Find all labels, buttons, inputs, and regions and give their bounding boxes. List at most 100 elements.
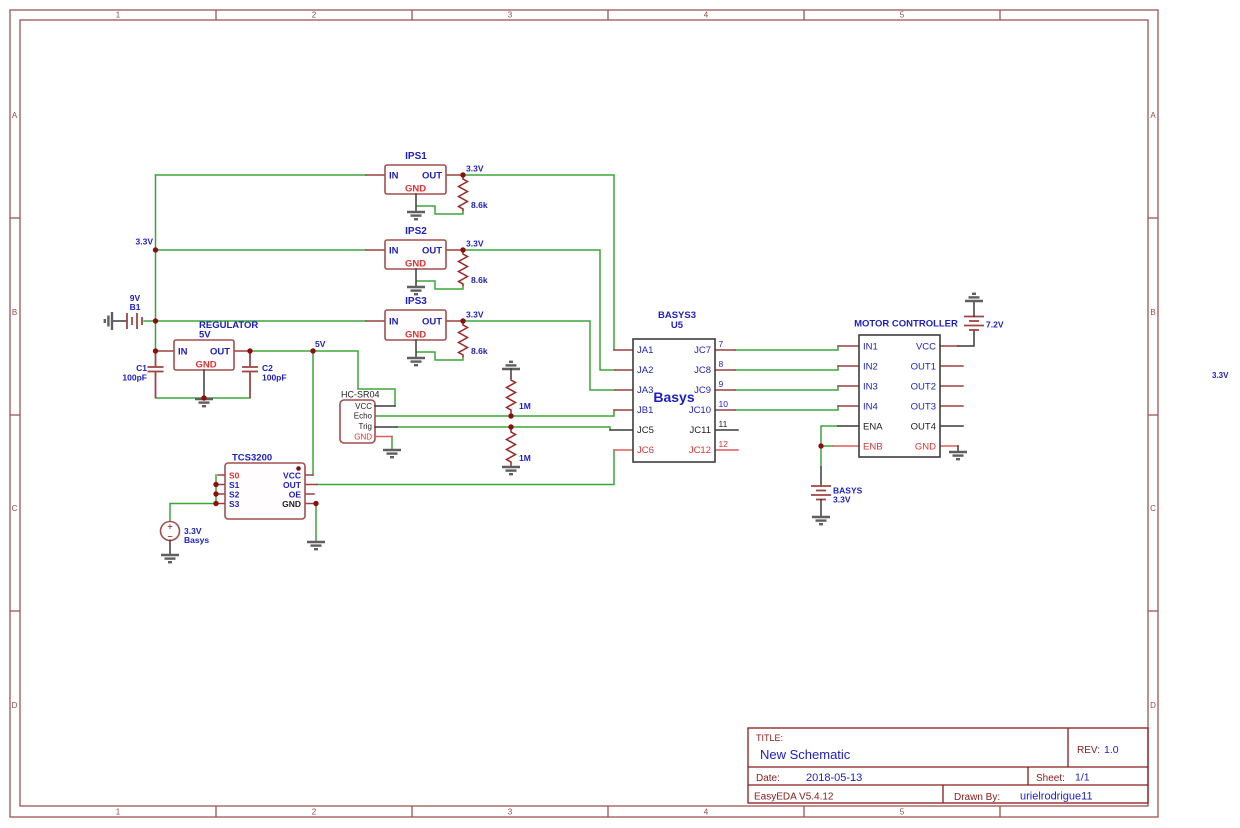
- resistor-value[interactable]: 8.6k: [471, 200, 488, 210]
- ground-icon[interactable]: [810, 515, 832, 526]
- component-basys3[interactable]: BASYS3 U5 Basys JA1 JA2 JA3 JB1 JC5 JC6 …: [609, 310, 739, 463]
- date-value[interactable]: 2018-05-13: [806, 772, 862, 784]
- frame-col-label: 4: [704, 808, 709, 817]
- plus-sign: +: [167, 522, 172, 532]
- net-label-3v3-stray[interactable]: 3.3V: [1212, 371, 1229, 380]
- frame-row-label: B: [12, 308, 17, 317]
- schematic-title[interactable]: New Schematic: [760, 747, 851, 762]
- wire-jc8-to-in2[interactable]: [734, 365, 839, 371]
- tcs-pin-s0: S0: [229, 471, 240, 481]
- ips1-pin-in: IN: [389, 171, 399, 182]
- pin-ja1: JA1: [637, 345, 653, 356]
- net-label-3v3-rail[interactable]: 3.3V: [136, 237, 154, 247]
- component-regulator[interactable]: REGULATOR 5V IN OUT GND: [155, 320, 258, 408]
- wire-tcs-out-to-jc6[interactable]: [316, 449, 615, 486]
- battery-basys-value[interactable]: 3.3V: [833, 495, 851, 505]
- resistor-value[interactable]: 1M: [519, 453, 531, 463]
- sheet-value[interactable]: 1/1: [1075, 772, 1090, 784]
- ground-icon[interactable]: [500, 465, 522, 476]
- pin-out1: OUT1: [911, 362, 936, 373]
- c1-value[interactable]: 100pF: [122, 373, 147, 383]
- pin-ja2: JA2: [637, 365, 653, 376]
- battery-9v-ref[interactable]: B1: [130, 302, 141, 312]
- ground-icon[interactable]: [963, 292, 985, 303]
- resistor-ips3[interactable]: 8.6k: [457, 322, 488, 358]
- basys3-ref[interactable]: U5: [671, 320, 684, 331]
- component-ips3[interactable]: IPS3 IN OUT GND: [365, 296, 464, 367]
- tcs3200-name[interactable]: TCS3200: [232, 453, 272, 464]
- ground-icon[interactable]: [381, 448, 403, 459]
- resistor-1m-upper[interactable]: 1M: [500, 360, 531, 416]
- c2-ref[interactable]: C2: [262, 363, 273, 373]
- resistor-ips1[interactable]: 8.6k: [457, 176, 488, 212]
- wire-tcs-select-chain[interactable]: [169, 474, 217, 522]
- ips3-ref[interactable]: IPS3: [405, 296, 427, 307]
- ips1-ref[interactable]: IPS1: [405, 151, 427, 162]
- ground-icon[interactable]: [103, 310, 114, 332]
- wire-trig-to-jc5[interactable]: [396, 426, 611, 431]
- net-label-3v3[interactable]: 3.3V: [466, 164, 484, 174]
- component-tcs3200[interactable]: TCS3200 S0 S1 S2 S3 VCC OUT OE GND: [217, 453, 327, 551]
- ips2-ref[interactable]: IPS2: [405, 226, 427, 237]
- wire-echo-to-jb1[interactable]: [374, 409, 615, 417]
- drawn-by-value[interactable]: urielrodrigue11: [1020, 791, 1093, 803]
- title-block[interactable]: TITLE: New Schematic REV: 1.0 Date: 2018…: [747, 727, 1149, 804]
- pin-jc8: JC8: [694, 365, 711, 376]
- pin-in1: IN1: [863, 342, 878, 353]
- pin-jc10: JC10: [689, 405, 711, 416]
- schematic-editor-canvas[interactable]: 1 2 3 4 5 1 2 3 4 5 A B C D A B C D TITL…: [0, 0, 1240, 828]
- ground-icon[interactable]: [947, 450, 969, 461]
- component-vsource-basys[interactable]: + − 3.3V Basys: [159, 520, 210, 564]
- pin-jc12: JC12: [689, 445, 711, 456]
- component-battery-9v[interactable]: 9V B1: [103, 293, 143, 332]
- c1-ref[interactable]: C1: [136, 363, 147, 373]
- pin-jc6: JC6: [637, 445, 654, 456]
- component-battery-72v[interactable]: 7.2V: [957, 292, 1004, 347]
- vsource-label[interactable]: Basys: [184, 535, 209, 545]
- net-label-5v[interactable]: 5V: [315, 339, 326, 349]
- frame-ticks: [10, 10, 1158, 817]
- resistor-1m-lower[interactable]: 1M: [500, 427, 531, 476]
- ips3-pin-out: OUT: [422, 317, 442, 328]
- ground-icon[interactable]: [500, 360, 522, 371]
- tcs-pin-s3: S3: [229, 499, 240, 509]
- pin-jc7: JC7: [694, 345, 711, 356]
- regulator-pin-in: IN: [178, 347, 188, 358]
- component-c2[interactable]: C2 100pF: [242, 352, 287, 398]
- tcs-pin-vcc: VCC: [283, 471, 301, 481]
- motor-controller-name[interactable]: MOTOR CONTROLLER: [854, 319, 958, 330]
- net-label-3v3[interactable]: 3.3V: [466, 310, 484, 320]
- ips2-pin-gnd: GND: [405, 259, 426, 270]
- pin-gnd: GND: [915, 442, 936, 453]
- resistor-value[interactable]: 1M: [519, 401, 531, 411]
- ground-icon[interactable]: [405, 210, 427, 221]
- regulator-value[interactable]: 5V: [199, 330, 211, 341]
- tcs-pin-oe: OE: [289, 490, 302, 500]
- ground-icon[interactable]: [405, 285, 427, 296]
- pin-number-9: 9: [719, 379, 724, 389]
- pin-out3: OUT3: [911, 402, 936, 413]
- date-label: Date:: [756, 773, 780, 784]
- component-ips1[interactable]: IPS1 IN OUT GND: [365, 151, 464, 221]
- battery-72v-value[interactable]: 7.2V: [986, 320, 1004, 330]
- component-battery-basys[interactable]: BASYS 3.3V: [810, 466, 863, 526]
- pin-enb: ENB: [863, 442, 883, 453]
- net-label-3v3[interactable]: 3.3V: [466, 239, 484, 249]
- rev-value[interactable]: 1.0: [1104, 744, 1119, 756]
- resistor-value[interactable]: 8.6k: [471, 346, 488, 356]
- ground-icon[interactable]: [405, 356, 427, 367]
- component-ips2[interactable]: IPS2 IN OUT GND: [365, 226, 464, 296]
- c2-value[interactable]: 100pF: [262, 373, 287, 383]
- wire-jc10-to-in4[interactable]: [734, 405, 839, 411]
- ips2-pin-in: IN: [389, 246, 399, 257]
- wire-jc9-to-in3[interactable]: [734, 385, 839, 391]
- component-c1[interactable]: C1 100pF: [122, 352, 164, 398]
- hcsr04-name[interactable]: HC-SR04: [341, 390, 380, 400]
- component-motor-controller[interactable]: MOTOR CONTROLLER IN1 IN2 IN3 IN4 ENA ENB…: [832, 319, 969, 461]
- ground-icon[interactable]: [159, 553, 181, 564]
- resistor-value[interactable]: 8.6k: [471, 275, 488, 285]
- resistor-ips2[interactable]: 8.6k: [457, 251, 488, 287]
- ground-icon[interactable]: [305, 540, 327, 551]
- sheet-frame: 1 2 3 4 5 1 2 3 4 5 A B C D A B C D: [9, 9, 1159, 818]
- wire-jc7-to-in1[interactable]: [734, 345, 839, 351]
